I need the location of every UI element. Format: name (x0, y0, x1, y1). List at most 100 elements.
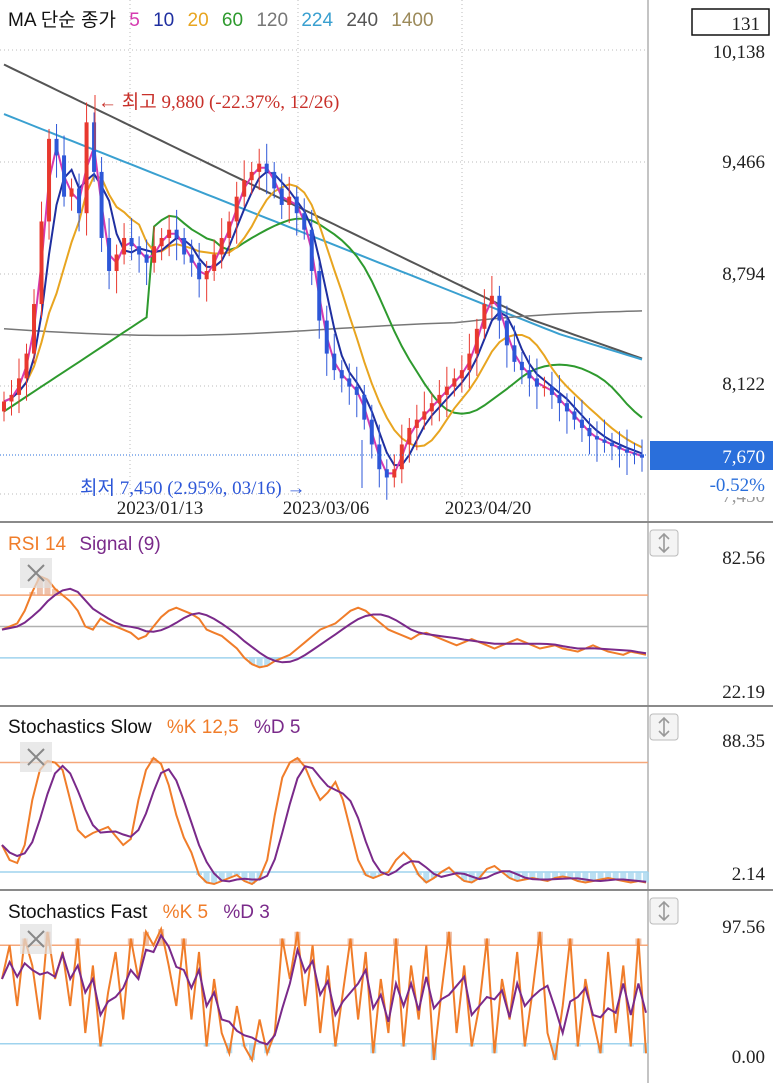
rsi-legend-label: RSI 14 (8, 534, 67, 555)
stochastics-slow-panel[interactable] (0, 756, 649, 886)
candle (399, 444, 404, 470)
candle (272, 171, 277, 189)
rsi-max: 82.56 (722, 548, 765, 569)
candle (414, 419, 419, 428)
d-line (1, 764, 647, 883)
candle (9, 394, 14, 402)
candle (287, 196, 292, 205)
candle (407, 427, 412, 445)
fast-max: 97.56 (722, 917, 765, 938)
slow-legend-title: Stochastics Slow (8, 717, 152, 738)
candle (497, 295, 502, 321)
candle (624, 449, 629, 453)
price-tick-1: 10,138 (713, 42, 765, 63)
candle (392, 469, 397, 478)
slow-legend: Stochastics Slow %K 12,5 %D 5 (8, 717, 300, 738)
candle (24, 353, 29, 379)
rsi-min: 22.19 (722, 682, 765, 703)
price-panel[interactable] (0, 63, 648, 500)
candle (339, 370, 344, 379)
k-line (1, 575, 647, 669)
slow-max: 88.35 (722, 731, 765, 752)
price-tick-3: 8,794 (722, 264, 765, 285)
candle (602, 439, 607, 443)
ma-legend-5: 5 (129, 10, 140, 31)
candle (249, 171, 254, 181)
rsi-legend-signal: Signal (9) (79, 534, 160, 555)
slow-min: 2.14 (732, 864, 766, 885)
current-change: -0.52% (710, 475, 766, 496)
candle (189, 254, 194, 263)
candle (512, 345, 517, 362)
slow-legend-k: %K 12,5 (167, 717, 239, 738)
candle (542, 386, 547, 389)
candle (579, 419, 584, 428)
rsi-close-button[interactable] (20, 558, 52, 588)
moving-average-lines (3, 63, 643, 475)
rsi-panel[interactable] (0, 575, 648, 669)
d-line (1, 587, 647, 664)
candle (77, 188, 82, 214)
rsi-resize-handle[interactable] (649, 529, 679, 557)
candle (587, 427, 592, 437)
ma-legend-1400: 1400 (391, 10, 433, 31)
candle (422, 411, 427, 420)
candle (384, 469, 389, 478)
fast-close-button[interactable] (20, 924, 52, 954)
candle (264, 163, 269, 172)
ma-legend-title: MA 단순 종가 (8, 9, 116, 31)
candle (84, 122, 89, 214)
ma-legend-120: 120 (256, 10, 288, 31)
stock-chart[interactable]: MA 단순 종가 5 10 20 60 120 224 240 1400 131… (0, 0, 773, 1083)
candle (122, 237, 127, 255)
x-date-2: 2023/03/06 (283, 498, 370, 519)
candle (467, 353, 472, 371)
candle (474, 328, 479, 354)
candle (317, 271, 322, 321)
fast-legend-k: %K 5 (163, 902, 208, 923)
candle (557, 394, 562, 404)
candle (347, 378, 352, 387)
slow-resize-handle[interactable] (649, 713, 679, 741)
candle (99, 171, 104, 238)
candle (159, 237, 164, 247)
candle (549, 386, 554, 395)
candle (489, 295, 494, 305)
candle (572, 411, 577, 420)
x-date-1: 2023/01/13 (117, 498, 204, 519)
x-date-3: 2023/04/20 (445, 498, 532, 519)
price-tick-2: 9,466 (722, 152, 765, 173)
ma-legend-240: 240 (346, 10, 378, 31)
candle (17, 378, 22, 395)
candle (294, 196, 299, 214)
stochastics-fast-panel[interactable] (0, 925, 649, 1063)
candle (129, 237, 134, 247)
slow-close-button[interactable] (20, 742, 52, 772)
candle (309, 229, 314, 272)
fast-resize-handle[interactable] (649, 897, 679, 925)
fast-legend-d: %D 3 (223, 902, 269, 923)
candle (152, 246, 157, 263)
candle (362, 394, 367, 420)
candle (564, 403, 569, 412)
candle (354, 386, 359, 395)
ma-legend-10: 10 (153, 10, 174, 31)
candle (482, 304, 487, 329)
candle (429, 403, 434, 412)
candle (609, 442, 614, 447)
candle (234, 196, 239, 222)
candle (257, 163, 262, 172)
ma-legend: MA 단순 종가 5 10 20 60 120 224 240 1400 (8, 9, 434, 31)
candle (114, 254, 119, 272)
candle (242, 180, 247, 197)
high-annotation: ← 최고 9,880 (-22.37%, 12/26) (98, 91, 339, 113)
fast-legend: Stochastics Fast %K 5 %D 3 (8, 902, 270, 923)
candle (504, 320, 509, 346)
candle (519, 361, 524, 371)
candle (144, 254, 149, 263)
candle (534, 378, 539, 387)
current-price: 7,670 (722, 447, 765, 468)
candle (324, 320, 329, 354)
candle (527, 370, 532, 379)
ma-legend-20: 20 (188, 10, 209, 31)
